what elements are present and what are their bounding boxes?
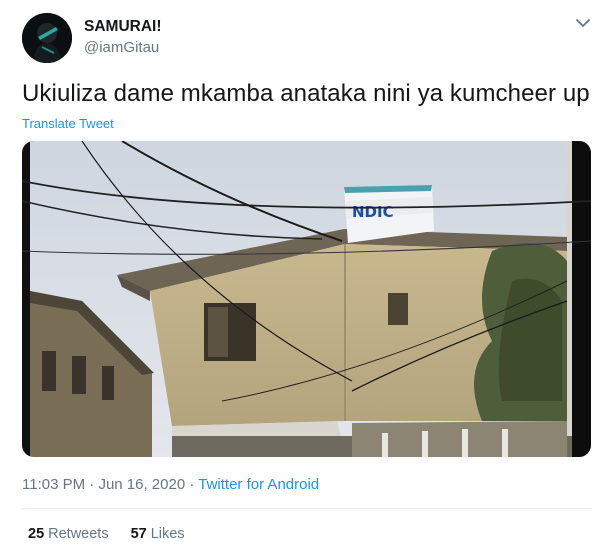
divider	[22, 508, 592, 509]
chevron-down-icon[interactable]	[574, 14, 592, 32]
likes-count: 57	[130, 526, 147, 542]
tweet-time[interactable]: 11:03 PM	[22, 476, 85, 493]
meta-separator: ·	[85, 476, 99, 493]
likes-label: Likes	[150, 526, 185, 542]
avatar[interactable]	[22, 13, 72, 63]
likes-stat[interactable]: 57 Likes	[131, 526, 185, 542]
author-name[interactable]: SAMURAI!	[84, 18, 162, 36]
tweet-card: SAMURAI! @iamGitau Ukiuliza dame mkamba …	[0, 0, 614, 560]
retweets-label: Retweets	[48, 526, 109, 542]
tweet-meta: 11:03 PM · Jun 16, 2020 · Twitter for An…	[22, 476, 319, 493]
tweet-stats: 25 Retweets 57 Likes	[28, 526, 185, 542]
meta-separator: ·	[185, 476, 199, 493]
avatar-image	[22, 13, 72, 63]
author-handle[interactable]: @iamGitau	[84, 39, 159, 56]
tweet-date[interactable]: Jun 16, 2020	[98, 476, 185, 493]
tweet-media-image[interactable]: NDIC	[22, 141, 591, 457]
building-photo: NDIC	[22, 141, 591, 457]
tweet-source-link[interactable]: Twitter for Android	[198, 476, 319, 493]
sign-text: NDIC	[352, 203, 394, 221]
translate-tweet-link[interactable]: Translate Tweet	[22, 116, 114, 131]
tweet-text: Ukiuliza dame mkamba anataka nini ya kum…	[22, 80, 590, 107]
retweets-count: 25	[28, 526, 45, 542]
retweets-stat[interactable]: 25 Retweets	[28, 526, 109, 542]
